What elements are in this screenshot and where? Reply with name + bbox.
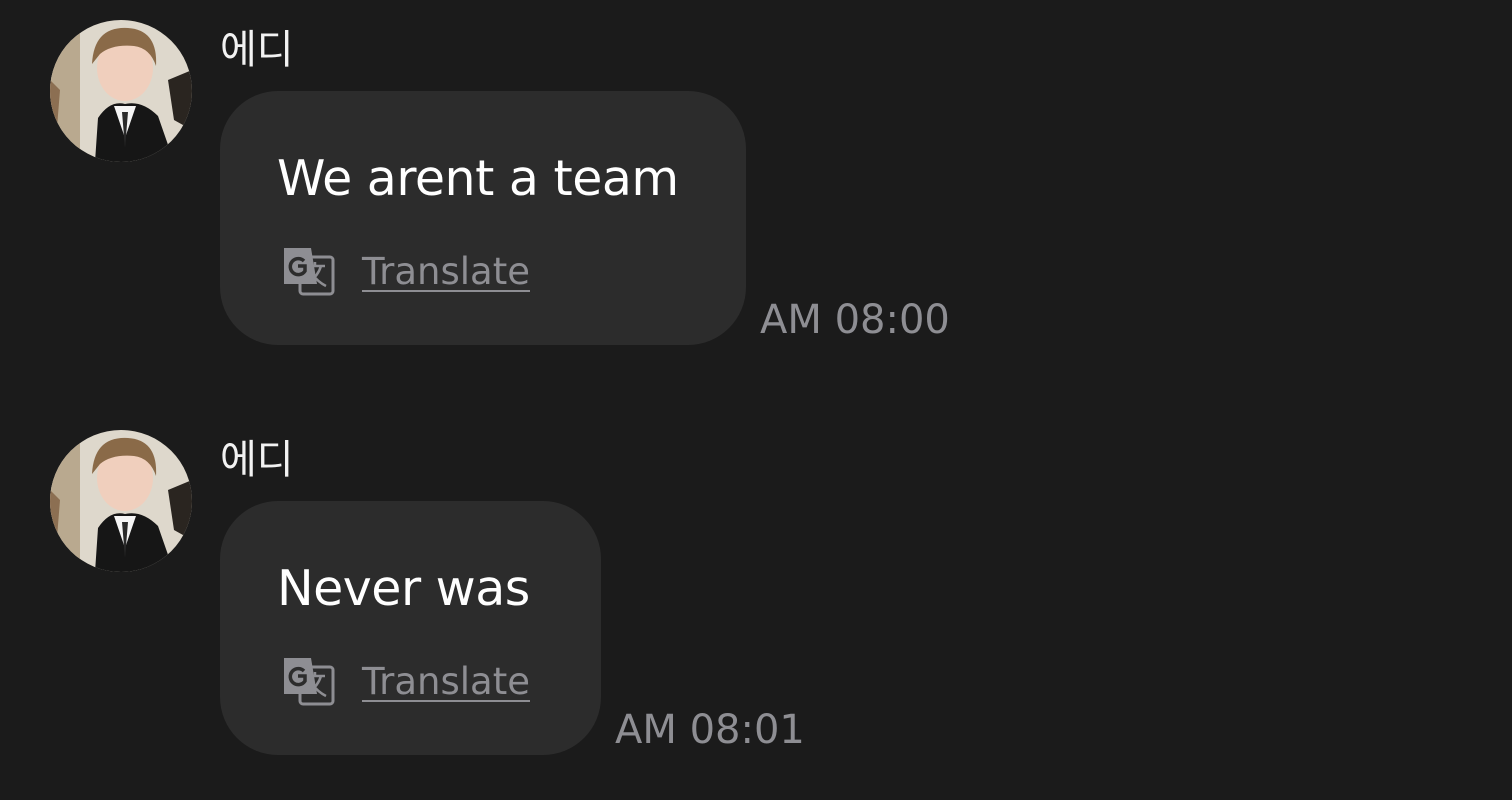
- message-text: Never was: [277, 560, 530, 617]
- message-text: We arent a team: [277, 150, 679, 207]
- sender-name: 에디: [220, 437, 294, 483]
- message-row: 에디 Never was Translate AM 08:01: [0, 410, 1512, 770]
- sender-avatar[interactable]: [50, 20, 192, 162]
- translate-link[interactable]: Translate: [362, 250, 530, 293]
- message-bubble[interactable]: Never was Translate: [220, 501, 601, 755]
- message-timestamp: AM 08:00: [760, 297, 950, 343]
- sender-name: 에디: [220, 27, 294, 73]
- translate-button[interactable]: Translate: [281, 651, 530, 711]
- google-translate-icon: [281, 654, 335, 708]
- google-translate-icon: [281, 244, 335, 298]
- avatar-photo-icon: [50, 430, 192, 572]
- message-timestamp: AM 08:01: [615, 707, 805, 753]
- message-row: 에디 We arent a team Translate AM 08:00: [0, 0, 1512, 360]
- message-bubble[interactable]: We arent a team Translate: [220, 91, 746, 345]
- translate-link[interactable]: Translate: [362, 660, 530, 703]
- sender-avatar[interactable]: [50, 430, 192, 572]
- avatar-photo-icon: [50, 20, 192, 162]
- translate-button[interactable]: Translate: [281, 241, 530, 301]
